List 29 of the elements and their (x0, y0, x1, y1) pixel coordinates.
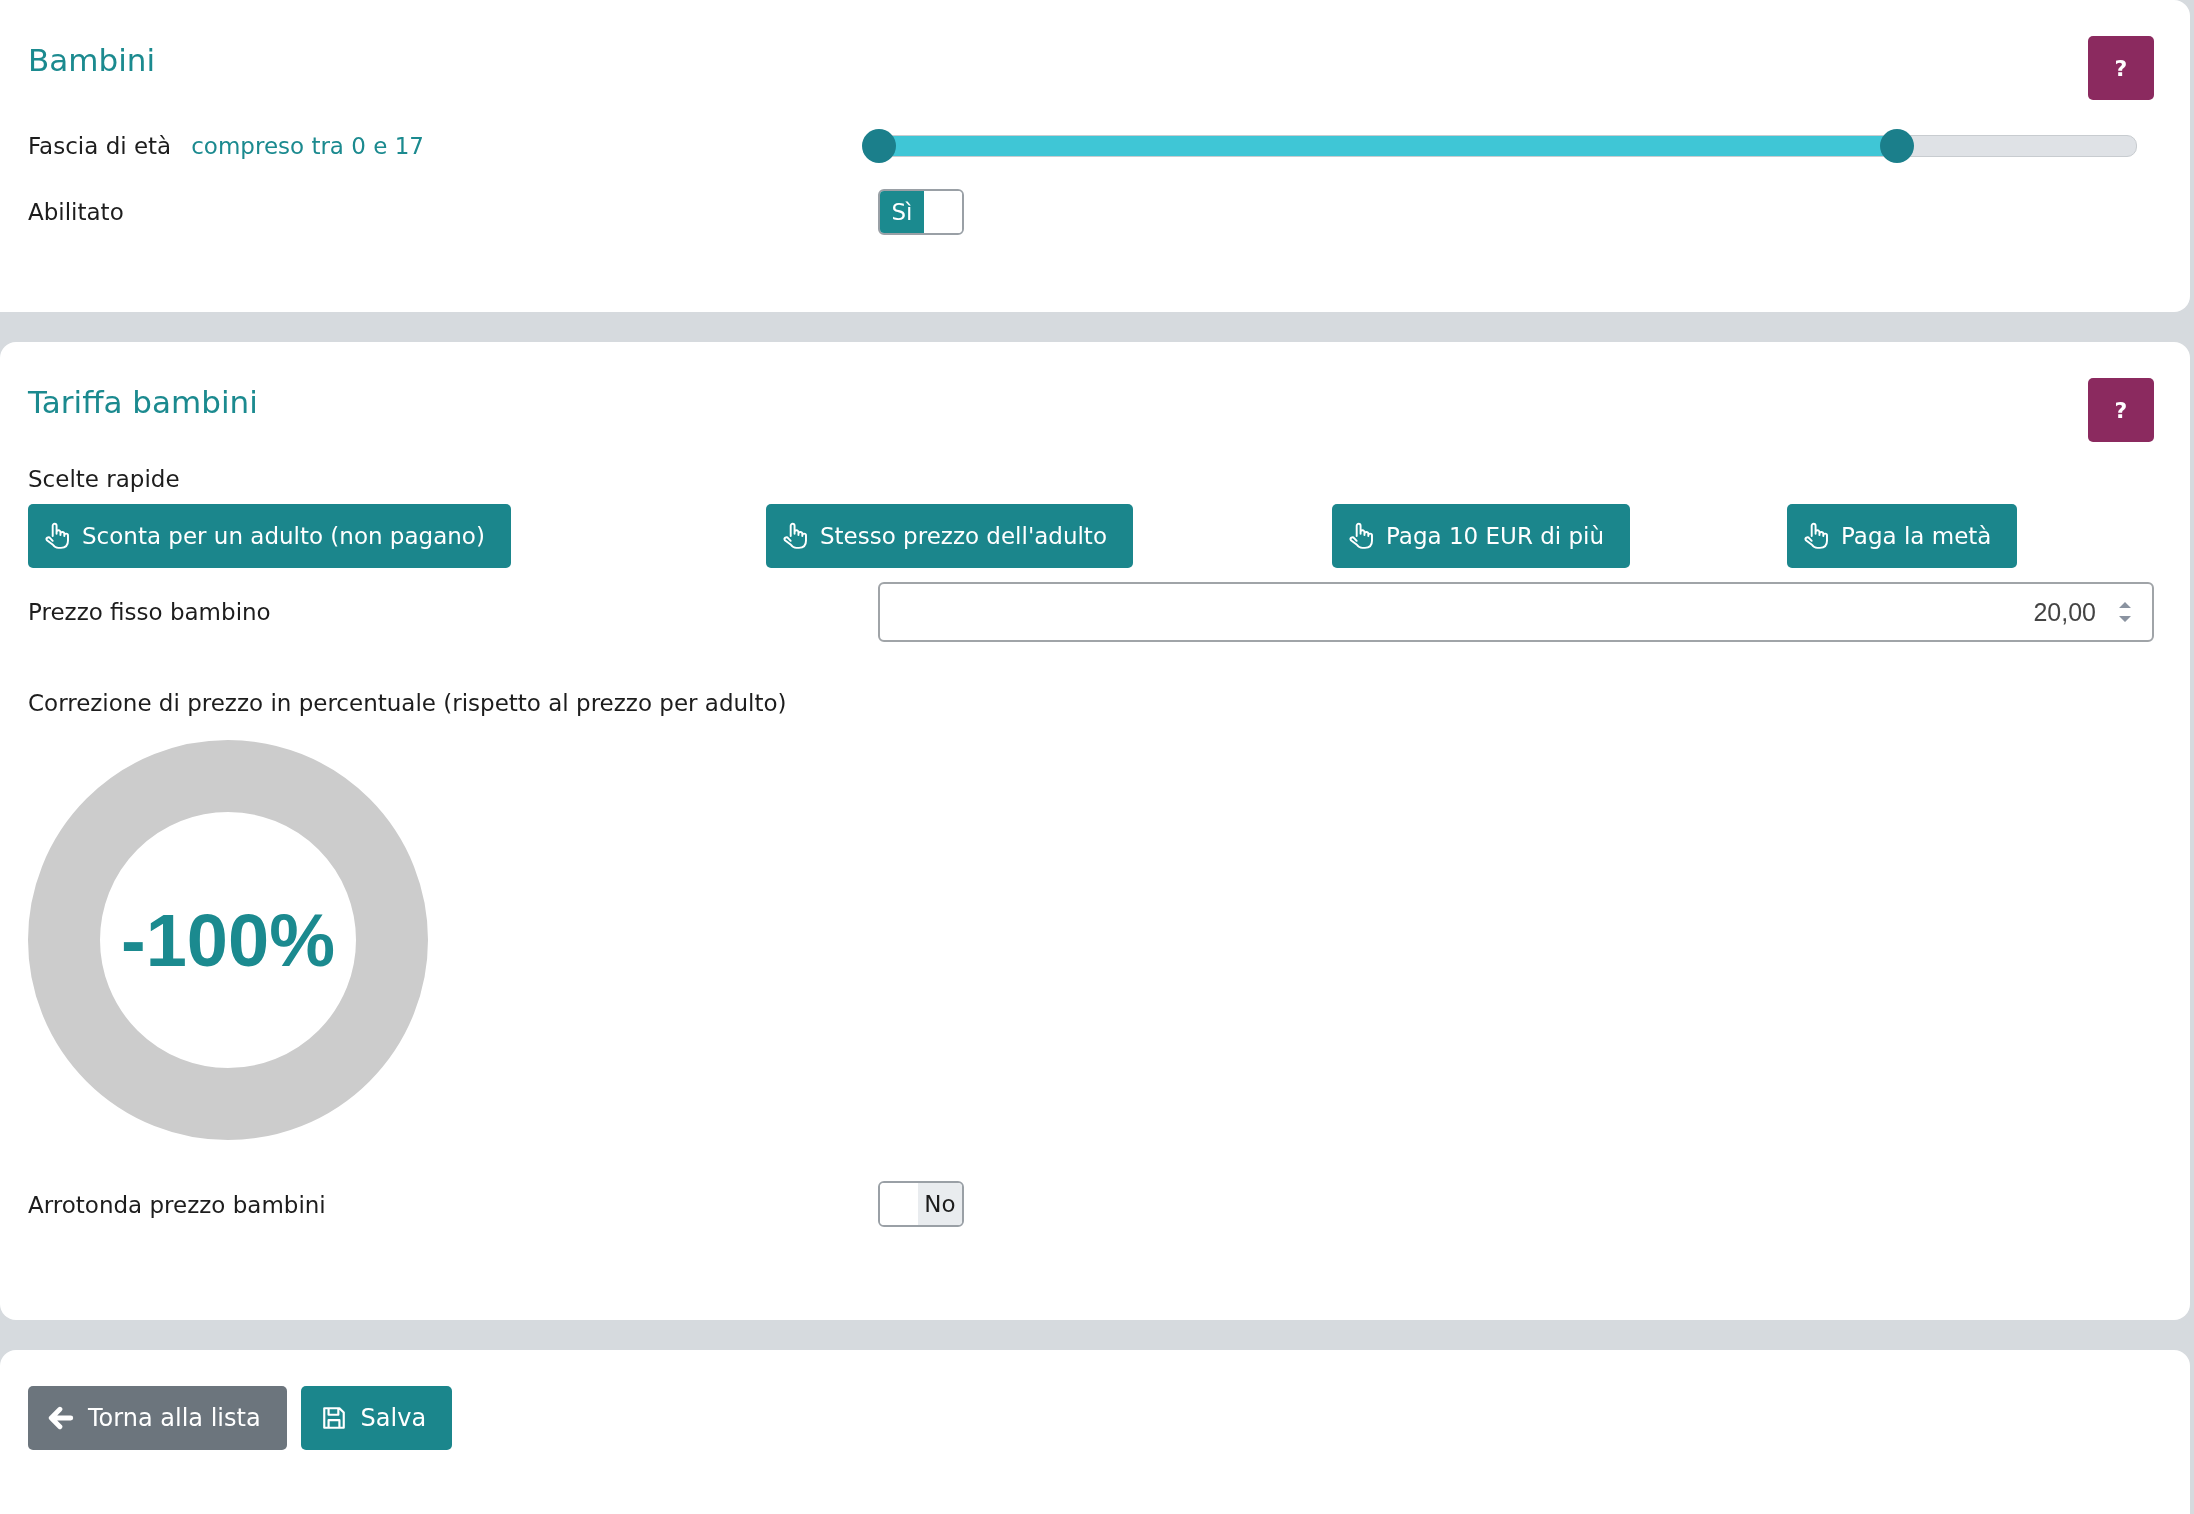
field-label: Scelte rapide (28, 466, 181, 492)
quick-choice-button[interactable]: Paga 10 EUR di più (1332, 504, 1631, 568)
section-title: Bambini (28, 42, 155, 78)
toggle-switch[interactable]: Sì (878, 189, 964, 235)
range-summary: compreso tra 0 e 17 (191, 133, 424, 159)
pointing-hand-icon (44, 522, 70, 550)
quick-choice-button[interactable]: Sconta per un adulto (non pagano) (28, 504, 511, 568)
help-button[interactable]: ? (2088, 378, 2154, 442)
spinner-arrows-icon (2118, 599, 2132, 625)
back-button[interactable]: Torna alla lista (28, 1386, 287, 1450)
slider-handle[interactable] (862, 129, 896, 163)
section-title: Tariffa bambini (28, 384, 258, 420)
number-input-field[interactable]: 20,00 (878, 582, 2154, 642)
field-label: Correzione di prezzo in percentuale (rispetto al prezzo per adulto) (28, 690, 788, 716)
field-label: Prezzo fisso bambino (28, 599, 271, 625)
pointing-hand-icon (1803, 522, 1829, 550)
save-button[interactable]: Salva (300, 1386, 453, 1450)
gauge-value: -100% (121, 897, 335, 983)
field-label: Abilitato (28, 199, 124, 225)
slider-handle[interactable] (1880, 129, 1915, 163)
help-button[interactable]: ? (2088, 36, 2154, 100)
arrow-left-icon (48, 1405, 74, 1431)
quick-choice-button[interactable]: Stesso prezzo dell'adulto (766, 504, 1133, 568)
field-label: Arrotonda prezzo bambini (28, 1192, 326, 1218)
field-label: Fascia di età (28, 133, 172, 159)
pointing-hand-icon (782, 522, 808, 550)
pointing-hand-icon (1348, 522, 1374, 550)
toggle-switch[interactable]: No (878, 1181, 964, 1227)
quick-choice-button[interactable]: Paga la metà (1787, 504, 2018, 568)
